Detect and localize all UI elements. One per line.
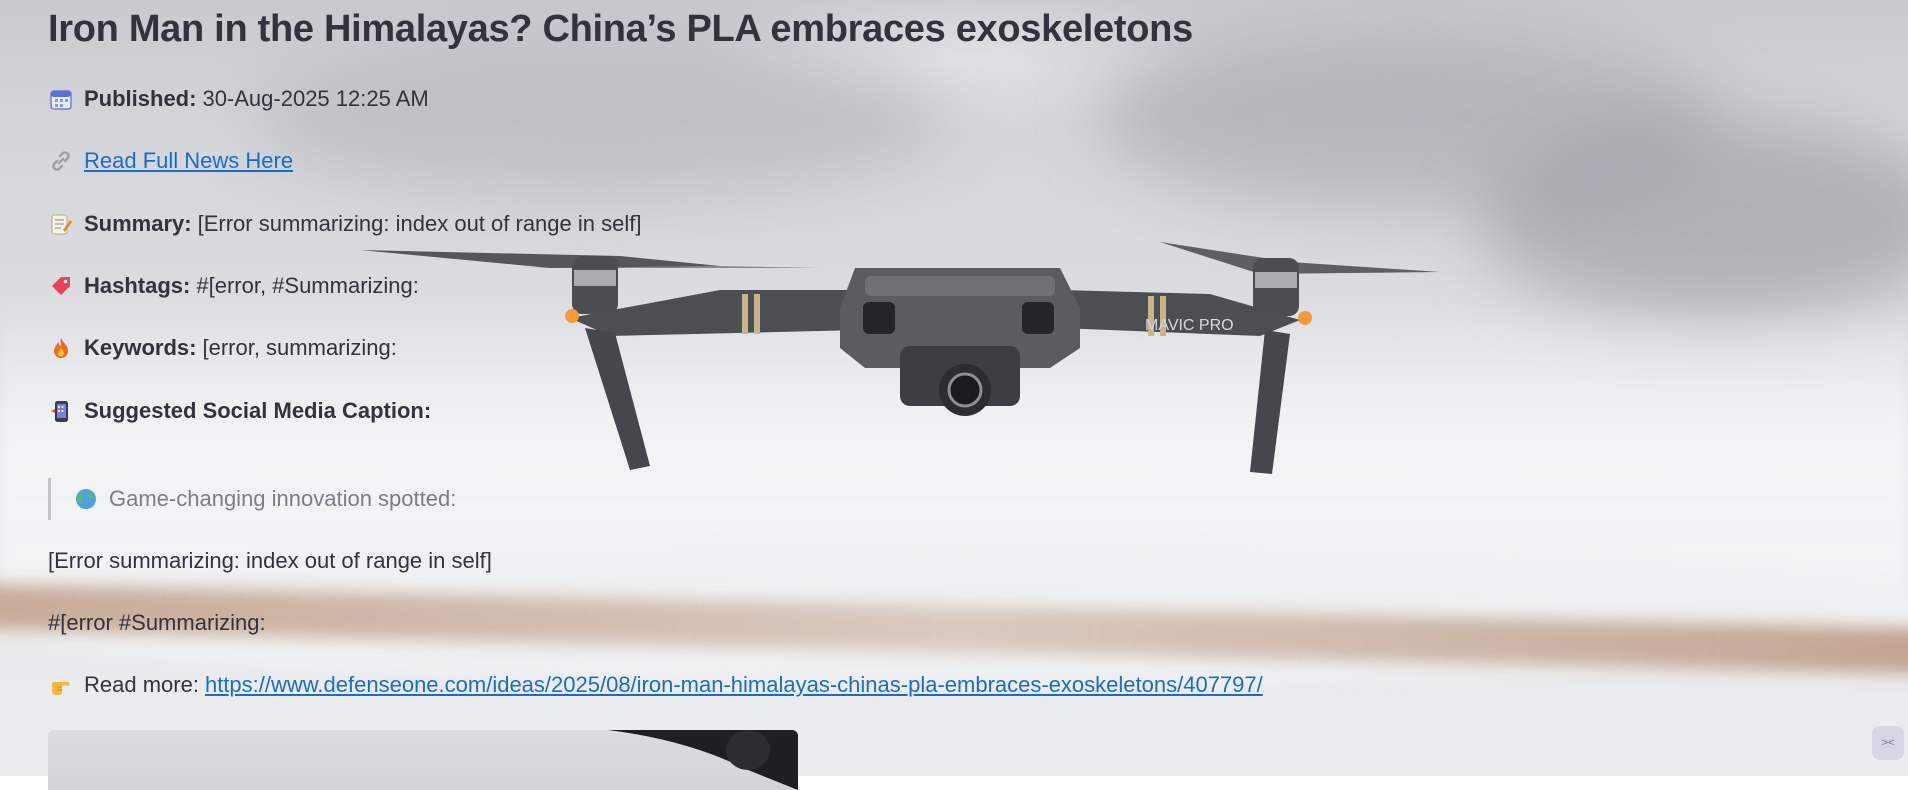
article-title: Iron Man in the Himalayas? China’s PLA e…: [48, 8, 1193, 50]
tag-icon: [48, 273, 74, 299]
keywords-value: [error, summarizing:: [202, 335, 397, 360]
hashtags-value: #[error, #Summarizing:: [196, 273, 419, 298]
background-photo: MAVIC PRO: [0, 0, 1908, 776]
summary-row: Summary: [Error summarizing: index out o…: [48, 211, 641, 237]
published-value: 30-Aug-2025 12:25 AM: [202, 86, 429, 111]
keywords-row: Keywords: [error, summarizing:: [48, 335, 397, 361]
calendar-icon: [48, 86, 74, 112]
quote-text: Game-changing innovation spotted:: [109, 486, 457, 511]
memo-icon: [48, 211, 74, 237]
link-icon: [48, 148, 74, 174]
caption-quote: Game-changing innovation spotted:: [48, 478, 456, 520]
caption-hashtag-line: #[error #Summarizing:: [48, 610, 266, 635]
caption-summary-line: [Error summarizing: index out of range i…: [48, 548, 492, 573]
published-row: Published: 30-Aug-2025 12:25 AM: [48, 86, 429, 112]
read-more-link[interactable]: https://www.defenseone.com/ideas/2025/08…: [205, 672, 1263, 698]
keywords-label: Keywords:: [84, 335, 197, 360]
embedded-image-preview: [48, 730, 798, 790]
summary-value: [Error summarizing: index out of range i…: [197, 211, 642, 236]
globe-icon: [73, 486, 99, 512]
caption-row: Suggested Social Media Caption:: [48, 398, 437, 424]
drone-image: MAVIC PRO: [360, 242, 1440, 474]
read-full-row: Read Full News Here: [48, 148, 293, 174]
hashtags-row: Hashtags: #[error, #Summarizing:: [48, 273, 419, 299]
caption-label: Suggested Social Media Caption:: [84, 398, 432, 423]
summary-label: Summary:: [84, 211, 192, 236]
fire-icon: [48, 335, 74, 361]
corner-widget-button[interactable]: ><: [1872, 726, 1904, 760]
read-more-row: Read more: https://www.defenseone.com/id…: [48, 672, 1263, 698]
mobile-phone-icon: [48, 398, 74, 424]
published-label: Published:: [84, 86, 197, 111]
pointing-hand-icon: [48, 672, 74, 698]
read-more-label: Read more:: [84, 672, 199, 697]
hashtags-label: Hashtags:: [84, 273, 191, 298]
read-full-news-link[interactable]: Read Full News Here: [84, 148, 293, 174]
svg-text:MAVIC PRO: MAVIC PRO: [1145, 317, 1234, 334]
